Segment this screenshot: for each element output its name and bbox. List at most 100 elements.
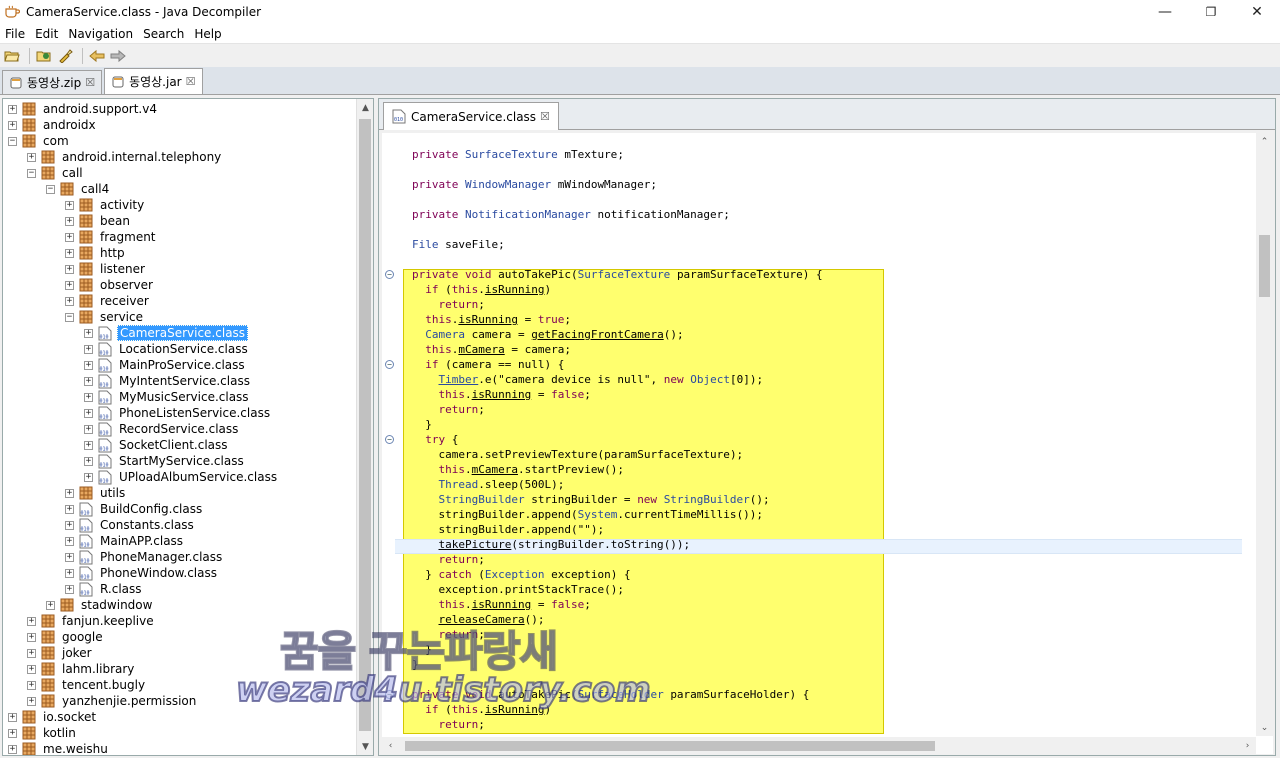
expand-icon[interactable]: +: [65, 568, 74, 578]
expand-icon[interactable]: +: [65, 504, 74, 514]
tree-class-node[interactable]: +010 MainProService.class: [84, 357, 247, 373]
tree-package-node[interactable]: + stadwindow: [46, 597, 154, 613]
expand-icon[interactable]: +: [46, 600, 55, 610]
expand-icon[interactable]: +: [84, 408, 93, 418]
expand-icon[interactable]: +: [84, 392, 93, 402]
close-button[interactable]: ✕: [1234, 0, 1280, 24]
collapse-icon[interactable]: −: [8, 136, 17, 146]
tree-class-node[interactable]: +010 RecordService.class: [84, 421, 240, 437]
tree-class-node[interactable]: +010 StartMyService.class: [84, 453, 246, 469]
tree-class-node[interactable]: +010 PhoneManager.class: [65, 549, 224, 565]
tab-archive-zip[interactable]: 동영상.zip ☒: [2, 70, 103, 94]
expand-icon[interactable]: +: [65, 216, 74, 226]
tree-package-node[interactable]: + fanjun.keeplive: [27, 613, 156, 629]
close-icon[interactable]: ☒: [186, 75, 196, 88]
tree-package-node[interactable]: + utils: [65, 485, 127, 501]
close-icon[interactable]: ☒: [540, 110, 550, 123]
search-button[interactable]: [56, 47, 74, 65]
menu-edit[interactable]: Edit: [30, 27, 63, 41]
expand-icon[interactable]: +: [8, 728, 17, 738]
expand-icon[interactable]: +: [65, 536, 74, 546]
tree-package-node[interactable]: + kotlin: [8, 725, 78, 741]
tree-class-node[interactable]: +010 PhoneWindow.class: [65, 565, 219, 581]
menu-help[interactable]: Help: [189, 27, 226, 41]
expand-icon[interactable]: +: [27, 680, 36, 690]
expand-icon[interactable]: +: [27, 648, 36, 658]
expand-icon[interactable]: +: [27, 616, 36, 626]
expand-icon[interactable]: +: [84, 360, 93, 370]
expand-icon[interactable]: +: [65, 264, 74, 274]
fold-toggle-icon[interactable]: −: [385, 270, 394, 279]
expand-icon[interactable]: +: [84, 472, 93, 482]
expand-icon[interactable]: +: [65, 248, 74, 258]
tree-package-node[interactable]: − call4: [46, 181, 111, 197]
open-file-button[interactable]: [3, 47, 21, 65]
expand-icon[interactable]: +: [8, 712, 17, 722]
expand-icon[interactable]: +: [84, 344, 93, 354]
tree-package-node[interactable]: − com: [8, 133, 71, 149]
tree-class-node[interactable]: +010 CameraService.class: [84, 325, 249, 341]
tree-class-node[interactable]: +010 MyMusicService.class: [84, 389, 251, 405]
menu-search[interactable]: Search: [138, 27, 189, 41]
tree-package-node[interactable]: + observer: [65, 277, 155, 293]
collapse-icon[interactable]: −: [27, 168, 36, 178]
tree-package-node[interactable]: − service: [65, 309, 145, 325]
tree-class-node[interactable]: +010 PhoneListenService.class: [84, 405, 272, 421]
tree-package-node[interactable]: + google: [27, 629, 105, 645]
tree-class-node[interactable]: +010 MainAPP.class: [65, 533, 185, 549]
expand-icon[interactable]: +: [65, 232, 74, 242]
scroll-left-icon[interactable]: ‹: [382, 737, 399, 754]
tree-class-node[interactable]: +010 BuildConfig.class: [65, 501, 204, 517]
tree-package-node[interactable]: + listener: [65, 261, 147, 277]
tree-package-node[interactable]: + fragment: [65, 229, 158, 245]
tree-class-node[interactable]: +010 SocketClient.class: [84, 437, 230, 453]
tree-package-node[interactable]: + receiver: [65, 293, 151, 309]
minimize-button[interactable]: —: [1142, 0, 1188, 24]
scrollbar-thumb[interactable]: [405, 741, 935, 751]
scroll-right-icon[interactable]: ›: [1239, 737, 1256, 754]
tree-package-node[interactable]: − call: [27, 165, 85, 181]
close-icon[interactable]: ☒: [85, 76, 95, 89]
tree-package-node[interactable]: + tencent.bugly: [27, 677, 147, 693]
expand-icon[interactable]: +: [65, 552, 74, 562]
expand-icon[interactable]: +: [65, 488, 74, 498]
expand-icon[interactable]: +: [65, 296, 74, 306]
code-vertical-scrollbar[interactable]: ⌃ ⌄: [1256, 133, 1273, 736]
collapse-icon[interactable]: −: [65, 312, 74, 322]
expand-icon[interactable]: +: [8, 744, 17, 754]
tree-package-node[interactable]: + bean: [65, 213, 132, 229]
tree-class-node[interactable]: +010 LocationService.class: [84, 341, 250, 357]
scrollbar-thumb[interactable]: [1259, 235, 1270, 297]
expand-icon[interactable]: +: [65, 200, 74, 210]
open-type-button[interactable]: [35, 47, 53, 65]
back-button[interactable]: [88, 47, 106, 65]
expand-icon[interactable]: +: [27, 632, 36, 642]
tree-package-node[interactable]: + android.support.v4: [8, 101, 159, 117]
tree-package-node[interactable]: + android.internal.telephony: [27, 149, 223, 165]
restore-button[interactable]: ❐: [1188, 0, 1234, 24]
tree-package-node[interactable]: + lahm.library: [27, 661, 136, 677]
collapse-icon[interactable]: −: [46, 184, 55, 194]
expand-icon[interactable]: +: [27, 152, 36, 162]
expand-icon[interactable]: +: [84, 440, 93, 450]
fold-toggle-icon[interactable]: −: [385, 360, 394, 369]
tree-package-node[interactable]: + androidx: [8, 117, 98, 133]
forward-button[interactable]: [109, 47, 127, 65]
expand-icon[interactable]: +: [27, 664, 36, 674]
scroll-down-icon[interactable]: ▼: [357, 738, 373, 755]
scroll-down-icon[interactable]: ⌄: [1256, 719, 1273, 736]
tab-camera-service[interactable]: 010 CameraService.class ☒: [383, 102, 559, 130]
tree-package-node[interactable]: + activity: [65, 197, 146, 213]
expand-icon[interactable]: +: [65, 584, 74, 594]
tree-class-node[interactable]: +010 MyIntentService.class: [84, 373, 252, 389]
tree-package-node[interactable]: + me.weishu: [8, 741, 110, 755]
tree-package-node[interactable]: + http: [65, 245, 127, 261]
expand-icon[interactable]: +: [8, 104, 17, 114]
fold-toggle-icon[interactable]: −: [385, 435, 394, 444]
tree-package-node[interactable]: + yanzhenjie.permission: [27, 693, 198, 709]
code-horizontal-scrollbar[interactable]: ‹ ›: [382, 737, 1256, 754]
expand-icon[interactable]: +: [65, 520, 74, 530]
tree-class-node[interactable]: +010 R.class: [65, 581, 144, 597]
expand-icon[interactable]: +: [27, 696, 36, 706]
tree-package-node[interactable]: + joker: [27, 645, 94, 661]
